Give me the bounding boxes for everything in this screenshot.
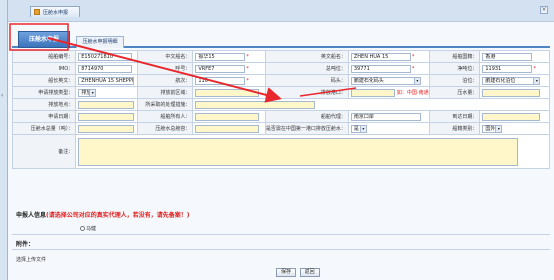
ship-en-input[interactable]: ZHENHUA 15 SHEPPIN xyxy=(78,76,135,85)
remark-label: 备注： xyxy=(11,134,77,169)
chevron-down-icon: ▾ xyxy=(359,125,366,132)
ballast-total-input[interactable] xyxy=(78,124,135,133)
chevron-down-icon: ▾ xyxy=(89,89,96,96)
ship-no-label: 船舶编号： xyxy=(11,50,77,63)
berth-value: 鹏建石化码头 xyxy=(353,77,384,84)
source-port-input[interactable] xyxy=(350,88,395,97)
declare-type-label: 申请排放类型： xyxy=(11,86,77,99)
agent-code-label: 船舶代理： xyxy=(264,110,349,123)
inspection-label: 是否需在中国第一港口排放压舱水： xyxy=(264,122,349,135)
declare-date-input[interactable] xyxy=(78,112,135,121)
berth-select[interactable]: 鹏建石化码头 ▾ xyxy=(350,76,421,85)
tab-ballast-declare[interactable]: 压舱水申报 xyxy=(18,31,70,48)
imo-input[interactable]: 8714970 xyxy=(78,64,133,73)
source-port-label: 排放港口： xyxy=(264,86,349,99)
top-tab-bar: 压舱水申报 × xyxy=(8,0,554,22)
report-port-label: 船籍类别： xyxy=(429,122,481,135)
left-collapse-bar[interactable]: ‹ xyxy=(0,0,8,280)
cn-name-label: 中文船名： xyxy=(136,50,194,63)
treatment-label: 所采取的处理措施： xyxy=(136,98,194,111)
ballast-dest-label: 压舱水总舱容： xyxy=(136,122,194,135)
gross-ton-label: 总吨位： xyxy=(264,62,349,75)
water-place-input[interactable] xyxy=(78,100,135,109)
nationality-input[interactable]: 香港 xyxy=(482,52,533,61)
ship-en-label: 船长英文： xyxy=(11,74,77,87)
ballast-dest-input[interactable] xyxy=(195,124,260,133)
divider xyxy=(12,249,550,250)
ship-no-input[interactable]: E150271810 xyxy=(78,52,133,61)
declare-date-label: 申请日期： xyxy=(11,110,77,123)
declare-form: 船舶编号： E150271810 中文船名： 振华15 * 英文船名： ZHEN … xyxy=(11,50,550,169)
applicant-section-title: 申报人信息(请选择公司对应的真实代理人，若没有，请先备案！) xyxy=(16,210,190,219)
location-label: 泊位： xyxy=(429,74,481,87)
nationality-label: 船舶国籍： xyxy=(429,50,481,63)
chevron-down-icon: ▾ xyxy=(413,77,420,84)
close-icon[interactable]: × xyxy=(540,6,548,14)
voyage-input[interactable]: 110 xyxy=(195,76,246,85)
water-qty-input[interactable] xyxy=(482,88,541,97)
location-value: 鹏建石化泊位 xyxy=(485,77,516,84)
chevron-down-icon: ▾ xyxy=(533,77,540,84)
report-port-value: 国外 xyxy=(485,125,496,132)
inspection-select[interactable]: 是 ▾ xyxy=(350,124,367,133)
sub-tab-bar: 压舱水申报 压舱水申报明细 xyxy=(12,28,550,48)
imo-label: IMO： xyxy=(11,62,77,75)
net-ton-label: 净吨位： xyxy=(429,62,481,75)
attachments-title: 附件： xyxy=(16,241,35,248)
main-content: 压舱水申报 压舱水申报明细 船舶编号： E150271810 中文船名： 振华1… xyxy=(8,22,554,280)
treatment-input[interactable] xyxy=(195,100,316,109)
window-tab[interactable]: 压舱水申报 xyxy=(30,6,80,17)
water-qty-label: 压水量： xyxy=(429,86,481,99)
ballast-total-label: 压舱水总量（吨）： xyxy=(11,122,77,135)
applicant-warning: (请选择公司对应的真实代理人，若没有，请先备案！) xyxy=(46,212,190,219)
chevron-down-icon: ▾ xyxy=(495,125,502,132)
divider xyxy=(12,234,550,235)
arrival-date-label: 到达日期： xyxy=(429,110,481,123)
agent-code-input[interactable]: 南京口岸 xyxy=(350,112,421,121)
discharge-port-label: 排放前区域： xyxy=(136,86,194,99)
declare-type-select[interactable]: 排放 ▾ xyxy=(78,88,97,97)
berth-label: 码头： xyxy=(264,74,349,87)
agent-label: 船舶所有人： xyxy=(136,110,194,123)
gross-ton-input[interactable]: 39771 xyxy=(350,64,411,73)
callsign-label: 呼号： xyxy=(136,62,194,75)
remark-textarea[interactable] xyxy=(78,137,519,166)
radio-icon[interactable] xyxy=(80,226,85,231)
back-button[interactable]: 返回 xyxy=(299,268,320,277)
upload-link[interactable]: 选择上传文件 xyxy=(16,256,46,263)
button-row: 保存 返回 xyxy=(276,268,322,277)
applicant-radio-label: 马健 xyxy=(86,226,97,232)
report-port-select[interactable]: 国外 ▾ xyxy=(482,124,503,133)
tab-ballast-detail[interactable]: 压舱水申报明细 xyxy=(76,36,124,48)
window-tab-label: 压舱水申报 xyxy=(43,10,69,16)
folder-icon xyxy=(34,9,40,15)
inspection-value: 是 xyxy=(353,125,359,132)
agent-input[interactable] xyxy=(195,112,260,121)
location-select[interactable]: 鹏建石化泊位 ▾ xyxy=(482,76,541,85)
cn-name-input[interactable]: 振华15 xyxy=(195,52,246,61)
water-place-label: 排放地点： xyxy=(11,98,77,111)
source-port-hint: 如：中国-南通 xyxy=(396,90,429,96)
net-ton-input[interactable]: 11931 xyxy=(482,64,533,73)
discharge-port-input[interactable] xyxy=(195,88,260,97)
voyage-label: 航次： xyxy=(136,74,194,87)
en-name-label: 英文船名： xyxy=(264,50,349,63)
arrival-date-input[interactable] xyxy=(482,112,541,121)
collapse-arrow-icon[interactable]: ‹ xyxy=(1,92,3,99)
save-button[interactable]: 保存 xyxy=(276,268,296,277)
applicant-radio[interactable]: 马健 xyxy=(80,225,96,232)
callsign-input[interactable]: VRFE7 xyxy=(195,64,246,73)
applicant-title: 申报人信息 xyxy=(16,212,47,219)
en-name-input[interactable]: ZHEN HUA 15 xyxy=(350,52,411,61)
